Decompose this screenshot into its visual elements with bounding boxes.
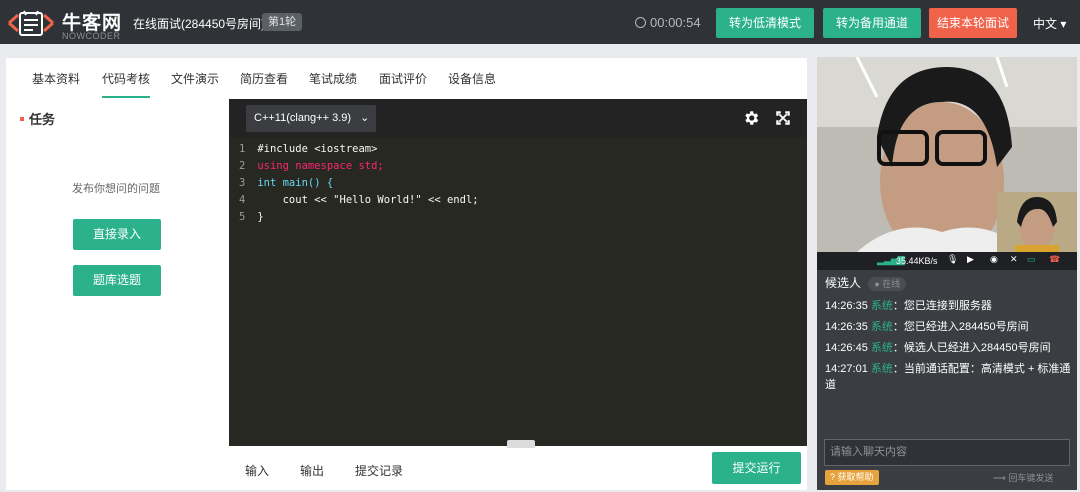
backup-channel-button[interactable]: 转为备用通道 [823, 8, 921, 38]
timer-value: 00:00:54 [650, 15, 701, 30]
video-feed [817, 57, 1077, 252]
tab-resume[interactable]: 简历查看 [240, 70, 288, 87]
candidate-video-image [817, 57, 1077, 252]
direct-entry-button[interactable]: 直接录入 [73, 219, 161, 250]
question-bank-button[interactable]: 题库选题 [73, 265, 161, 296]
round-badge: 第1轮 [262, 13, 303, 31]
hangup-icon[interactable]: ☎ [1049, 254, 1060, 265]
task-panel: 任务 发布你想问的问题 直接录入 题库选题 [6, 99, 229, 490]
language-select-value: C++11(clang++ 3.9) [254, 112, 352, 124]
logo: 牛客网 NOWCODER [6, 4, 136, 42]
chat-header: 候选人 ● 在线 [825, 274, 907, 291]
chevron-down-icon: ▾ [1060, 17, 1067, 31]
task-hint: 发布你想问的问题 [72, 183, 160, 195]
watermark-text: 大数跨境 [33, 462, 110, 482]
submit-run-button[interactable]: 提交运行 [712, 452, 801, 484]
tab-basic-info[interactable]: 基本资料 [32, 70, 80, 87]
resize-handle[interactable] [507, 440, 535, 448]
enter-hint-label: 回车键发送 [1008, 473, 1054, 483]
pip-icon[interactable]: ▭ [1027, 254, 1036, 265]
settings-gear-icon[interactable] [742, 109, 760, 127]
tab-code-test[interactable]: 代码考核 [102, 70, 151, 98]
tab-bar: 基本资料 代码考核 文件演示 简历查看 笔试成绩 面试评价 设备信息 [6, 58, 807, 98]
top-bar: 牛客网 NOWCODER 在线面试(284450号房间) 第1轮 00:00:5… [0, 0, 1080, 44]
tab-input[interactable]: 输入 [245, 462, 269, 479]
tab-submit-history[interactable]: 提交记录 [355, 462, 403, 479]
chat-message: 14:26:35 系统：您已经进入284450号房间 [825, 321, 1029, 333]
brand-subtitle: NOWCODER [62, 31, 121, 41]
language-label: 中文 [1033, 17, 1058, 31]
camera-icon[interactable]: ▶ [967, 254, 974, 265]
enter-hint: ⟶ 回车键发送 [993, 473, 1054, 483]
online-badge: ● 在线 [868, 277, 907, 291]
chevron-down-icon: ⌄ [360, 112, 370, 124]
chat-message: 14:26:45 系统：候选人已经进入284450号房间 [825, 342, 1051, 354]
fullscreen-video-icon[interactable]: ✕ [1010, 254, 1018, 265]
low-quality-mode-button[interactable]: 转为低清模式 [716, 8, 814, 38]
help-label: 获取帮助 [837, 472, 874, 482]
tab-written-score[interactable]: 笔试成绩 [309, 70, 357, 87]
code-line: 5 } [239, 211, 264, 223]
candidate-label: 候选人 [825, 276, 862, 290]
code-line: 4 cout << "Hello World!" << endl; [239, 194, 479, 206]
bandwidth-value: 35.44KB/s [896, 256, 938, 266]
code-content[interactable]: 1 #include <iostream> 2 using namespace … [239, 141, 479, 226]
snapshot-icon[interactable]: ◉ [990, 254, 998, 265]
main-panel: 基本资料 代码考核 文件演示 简历查看 笔试成绩 面试评价 设备信息 任务 发布… [6, 58, 807, 490]
chat-message: 14:26:35 系统：您已连接到服务器 [825, 300, 992, 312]
language-select[interactable]: C++11(clang++ 3.9) ⌄ [246, 105, 376, 132]
tab-file-demo[interactable]: 文件演示 [171, 70, 219, 87]
task-title: 任务 [20, 109, 55, 128]
help-button[interactable]: ? 获取帮助 [825, 470, 879, 485]
tab-evaluation[interactable]: 面试评价 [379, 70, 427, 87]
code-line: 1 #include <iostream> [239, 143, 378, 155]
right-panel: ▂▃▅▇ 35.44KB/s 🎙 ▶ ◉ ✕ ▭ ☎ 候选人 ● 在线 14:2… [817, 57, 1077, 490]
watermark: ✿ 大数跨境 [8, 462, 110, 482]
code-editor[interactable]: C++11(clang++ 3.9) ⌄ 1 #include <iostrea… [229, 99, 807, 446]
online-status: 在线 [882, 279, 901, 289]
clock-icon [635, 17, 646, 28]
end-interview-button[interactable]: 结束本轮面试 [929, 8, 1017, 38]
room-title: 在线面试(284450号房间) [133, 17, 266, 31]
code-line: 3 int main() { [239, 177, 334, 189]
task-title-label: 任务 [29, 112, 56, 127]
chat-input[interactable]: 请输入聊天内容 [824, 439, 1070, 466]
chat-message: 14:27:01 系统：当前通话配置：高清模式 + 标准通道 [825, 363, 1071, 391]
nowcoder-logo-icon [8, 10, 54, 36]
microphone-icon[interactable]: 🎙 [947, 254, 958, 265]
interview-timer: 00:00:54 [635, 15, 701, 30]
video-stats-bar: ▂▃▅▇ 35.44KB/s 🎙 ▶ ◉ ✕ ▭ ☎ [817, 252, 1077, 270]
editor-toolbar: C++11(clang++ 3.9) ⌄ [229, 99, 807, 137]
tab-device-info[interactable]: 设备信息 [448, 70, 496, 87]
language-selector[interactable]: 中文 ▾ [1033, 15, 1066, 32]
io-bar: 输入 输出 提交记录 提交运行 [229, 440, 807, 490]
code-line: 2 using namespace std; [239, 160, 384, 172]
bullet-icon [20, 117, 24, 121]
fullscreen-icon[interactable] [774, 109, 792, 127]
tab-output[interactable]: 输出 [300, 462, 324, 479]
